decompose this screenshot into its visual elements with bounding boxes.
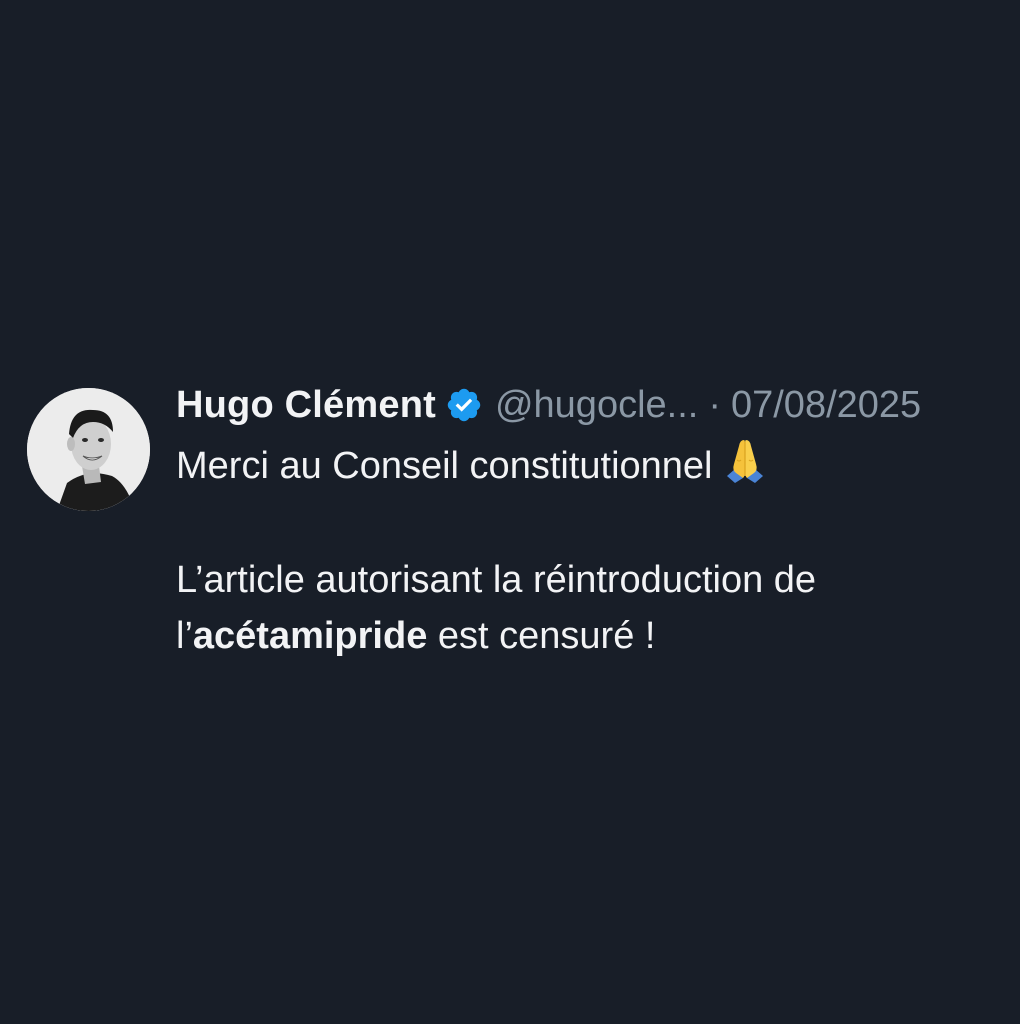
- tweet-text-line-3-prefix: l’: [176, 615, 193, 657]
- verified-badge-icon: [445, 386, 483, 424]
- tweet-text-line-3: l’acétamipride est censuré !: [176, 608, 1016, 664]
- tweet-date[interactable]: 07/08/2025: [731, 380, 921, 430]
- folded-hands-emoji-icon: [721, 436, 769, 500]
- tweet-header: Hugo Clément @hugocle... · 07/08/2025: [176, 380, 1016, 430]
- tweet-text-line-1: Merci au Conseil constitutionnel: [176, 436, 1016, 500]
- tweet-text-line-2: L’article autorisant la réintroduction d…: [176, 559, 817, 601]
- avatar-photo: [27, 388, 150, 511]
- tweet-text-line-1-text: Merci au Conseil constitutionnel: [176, 445, 713, 487]
- author-display-name[interactable]: Hugo Clément: [176, 380, 436, 430]
- tweet-content: Hugo Clément @hugocle... · 07/08/2025 Me…: [176, 380, 1016, 664]
- tweet-text-line-3-suffix: est censuré !: [427, 615, 656, 657]
- avatar[interactable]: [27, 388, 150, 511]
- screenshot-canvas: Hugo Clément @hugocle... · 07/08/2025 Me…: [0, 0, 1020, 1024]
- tweet-text-bold-word: acétamipride: [192, 615, 428, 657]
- author-handle[interactable]: @hugocle...: [495, 380, 698, 430]
- tweet-text: Merci au Conseil constitutionnel L’artic…: [176, 436, 1016, 664]
- header-separator: ·: [708, 384, 721, 426]
